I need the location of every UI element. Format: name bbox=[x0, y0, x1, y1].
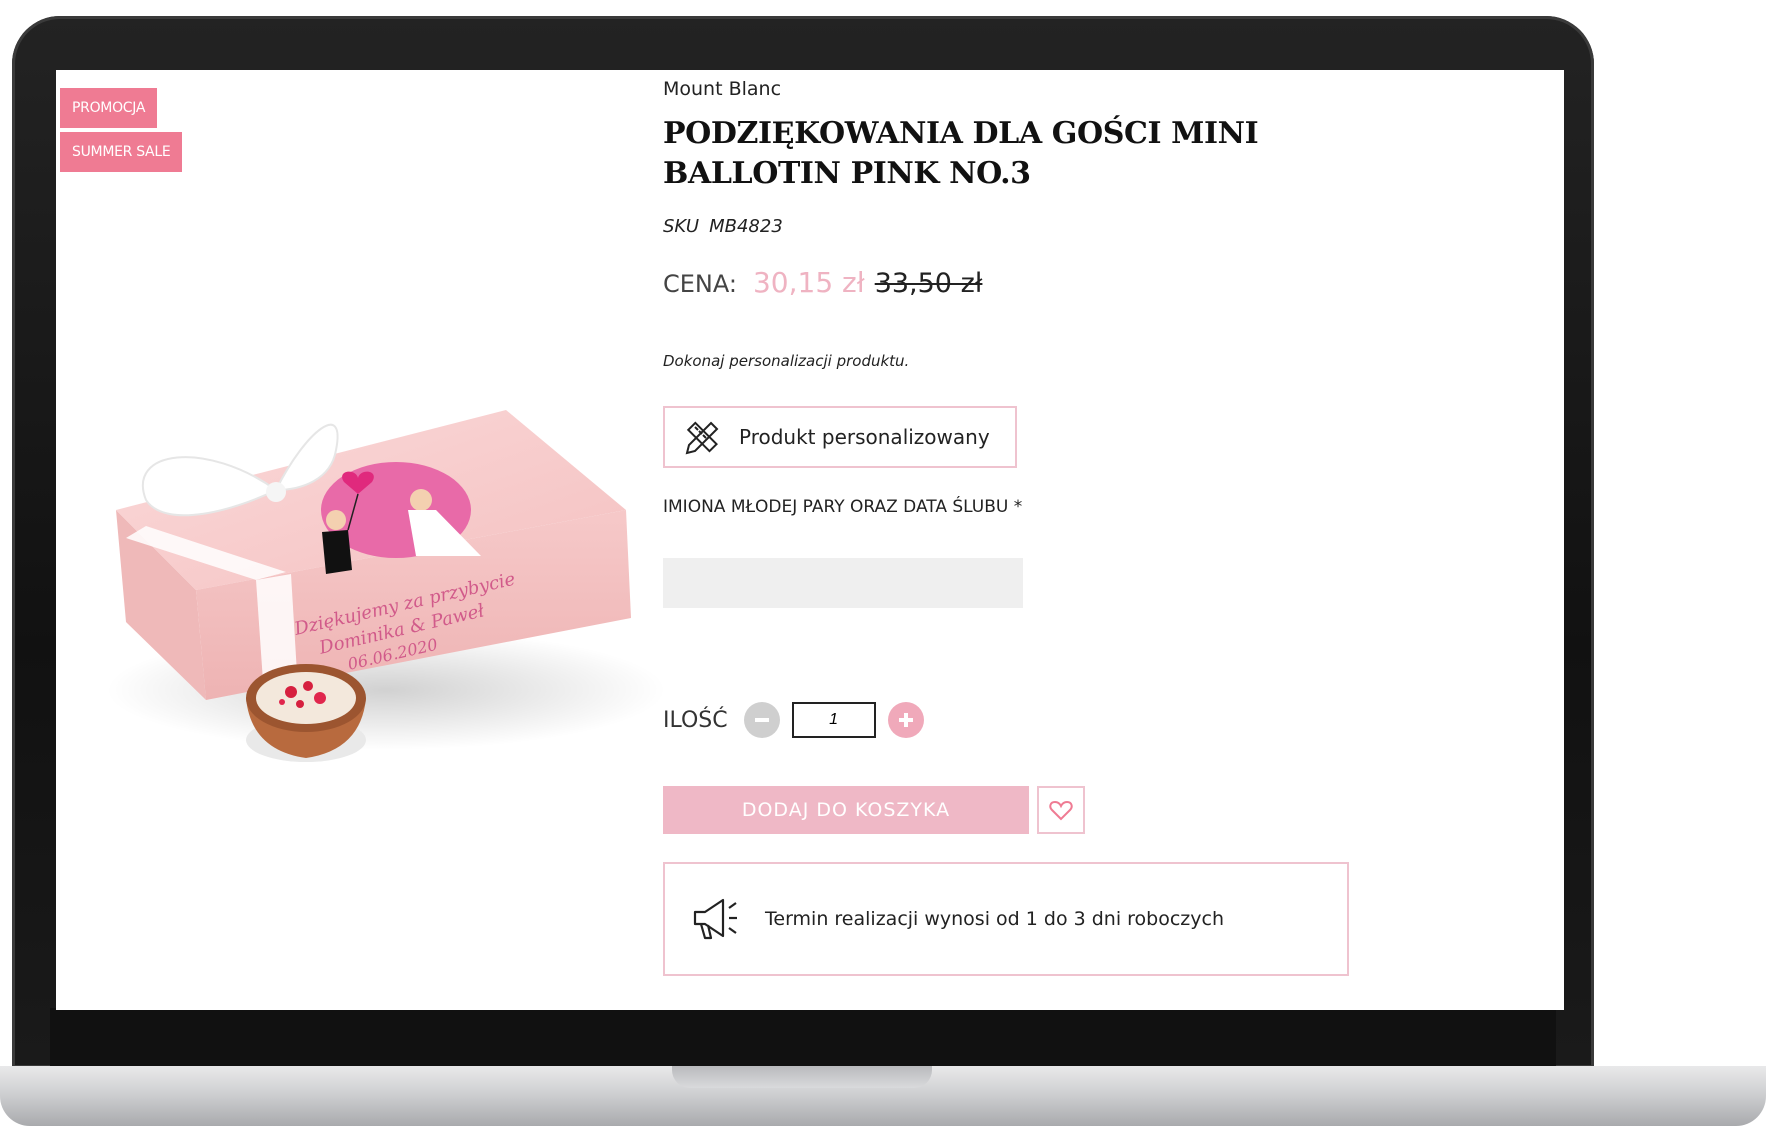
praline-decor-2 bbox=[303, 681, 313, 691]
praline-decor-4 bbox=[296, 700, 304, 708]
plus-icon bbox=[898, 713, 913, 727]
delivery-text: Termin realizacji wynosi od 1 do 3 dni r… bbox=[765, 908, 1225, 930]
quantity-increase-button[interactable] bbox=[887, 702, 924, 738]
groom-head bbox=[326, 510, 346, 530]
price-row: CENA: 30,15 zł 33,50 zł bbox=[663, 266, 982, 299]
praline-decor-3 bbox=[314, 692, 326, 704]
groom-body bbox=[322, 530, 352, 574]
sku: SKU MB4823 bbox=[663, 216, 783, 237]
product-title: PODZIĘKOWANIA DLA GOŚCI MINI BALLOTIN PI… bbox=[663, 116, 1259, 191]
megaphone-icon bbox=[693, 898, 737, 940]
product-info: Mount Blanc PODZIĘKOWANIA DLA GOŚCI MINI… bbox=[663, 70, 1543, 1010]
product-image: Dziękujemy za przybycie Dominika & Paweł… bbox=[106, 410, 666, 762]
price-current: 30,15 zł bbox=[752, 266, 865, 299]
wishlist-button[interactable] bbox=[1037, 786, 1085, 834]
sale-badge: SUMMER SALE bbox=[60, 132, 183, 172]
couple-names-label: IMIONA MŁODEJ PARY ORAZ DATA ŚLUBU * bbox=[663, 497, 1023, 517]
sku-label: SKU bbox=[663, 216, 700, 237]
quantity-label: ILOŚĆ bbox=[663, 707, 728, 733]
quantity-decrease-button[interactable] bbox=[743, 702, 780, 738]
bow-knot bbox=[266, 482, 286, 502]
delivery-info: Termin realizacji wynosi od 1 do 3 dni r… bbox=[663, 862, 1349, 976]
promo-badge: PROMOCJA bbox=[60, 88, 158, 128]
sku-value: MB4823 bbox=[709, 216, 783, 237]
add-to-cart-button[interactable]: DODAJ DO KOSZYKA bbox=[663, 786, 1029, 834]
personalized-product-toggle[interactable]: Produkt personalizowany bbox=[663, 406, 1017, 468]
quantity-row: ILOŚĆ bbox=[663, 702, 924, 738]
personalized-label: Produkt personalizowany bbox=[739, 425, 990, 449]
praline-decor-1 bbox=[285, 686, 297, 698]
price-label: CENA: bbox=[663, 270, 737, 298]
laptop-notch bbox=[672, 1066, 932, 1088]
praline-decor-5 bbox=[279, 699, 285, 705]
bride-head bbox=[410, 489, 432, 511]
couple-names-input[interactable] bbox=[663, 558, 1023, 608]
quantity-input[interactable] bbox=[791, 702, 876, 738]
add-to-cart-row: DODAJ DO KOSZYKA bbox=[663, 786, 1085, 834]
minus-icon bbox=[754, 718, 769, 722]
praline-top bbox=[256, 672, 356, 724]
laptop-bezel bbox=[50, 1008, 1556, 1068]
brand-name[interactable]: Mount Blanc bbox=[663, 78, 781, 100]
personalize-note: Dokonaj personalizacji produktu. bbox=[663, 352, 910, 370]
heart-icon bbox=[1049, 800, 1073, 821]
pencil-ruler-icon bbox=[685, 421, 719, 455]
price-old: 33,50 zł bbox=[874, 268, 983, 299]
screen: PROMOCJA SUMMER SALE Dziękujemy za przyb… bbox=[56, 70, 1564, 1010]
